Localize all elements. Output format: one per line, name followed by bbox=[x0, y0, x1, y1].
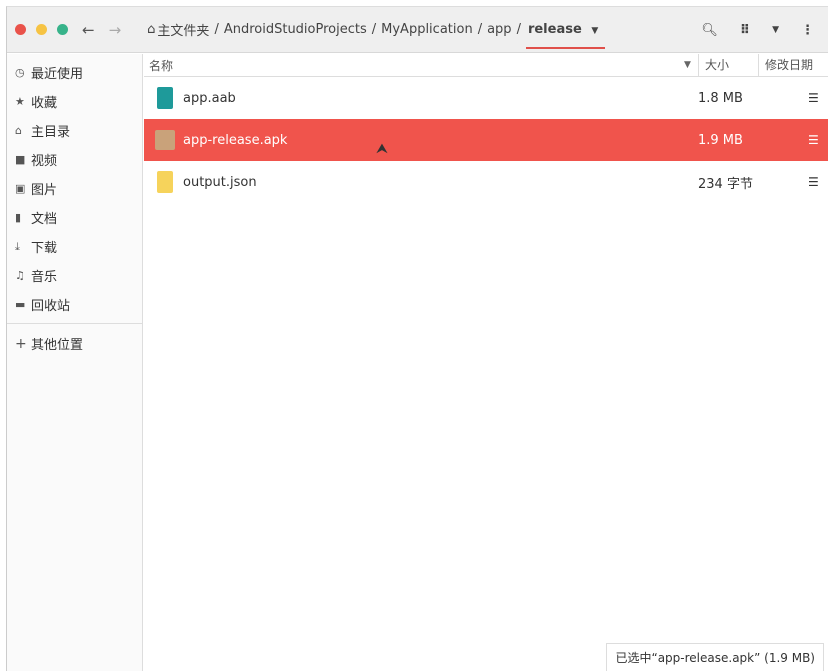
json-file-icon bbox=[157, 171, 173, 193]
close-button[interactable] bbox=[15, 24, 26, 35]
breadcrumb-home[interactable]: 主文件夹 bbox=[157, 20, 209, 39]
sidebar-item-pictures[interactable]: ▣ 图片 bbox=[7, 174, 142, 203]
download-icon: ⤓ bbox=[15, 239, 20, 253]
forward-arrow-icon[interactable]: → bbox=[109, 21, 122, 39]
breadcrumb-item[interactable]: MyApplication bbox=[381, 22, 473, 37]
sidebar-item-music[interactable]: ♫ 音乐 bbox=[7, 261, 142, 290]
row-menu-icon[interactable]: ☰ bbox=[808, 91, 828, 105]
header-bar: ← → ⌂ 主文件夹 / AndroidStudioProjects / MyApp… bbox=[7, 7, 828, 53]
row-menu-icon[interactable]: ☰ bbox=[808, 175, 828, 189]
view-options-chevron-icon[interactable]: ▼ bbox=[772, 25, 779, 35]
selection-status: 已选中“app-release.apk” (1.9 MB) bbox=[606, 643, 824, 671]
file-row-output-json[interactable]: output.json 234 字节 ☰ bbox=[144, 161, 828, 203]
file-row-app-aab[interactable]: app.aab 1.8 MB ☰ bbox=[144, 77, 828, 119]
menu-kebab-icon[interactable]: ⋮ bbox=[801, 23, 814, 38]
search-icon[interactable]: 🔍︎ bbox=[701, 23, 718, 38]
star-icon: ★ bbox=[15, 95, 25, 108]
home-icon: ⌂ bbox=[15, 124, 22, 137]
sidebar-item-trash[interactable]: ▬ 回收站 bbox=[7, 290, 142, 319]
plus-icon: + bbox=[15, 335, 27, 352]
column-headers: 名称 ▼ 大小 修改日期 bbox=[144, 53, 828, 77]
sidebar-item-videos[interactable]: ■ 视频 bbox=[7, 145, 142, 174]
file-row-app-release-apk[interactable]: app-release.apk 1.9 MB ☰ ⮝ bbox=[144, 119, 828, 161]
grid-view-icon[interactable]: ⠿ bbox=[740, 23, 750, 38]
row-menu-icon[interactable]: ☰ bbox=[808, 133, 828, 147]
sidebar-item-downloads[interactable]: ⤓ 下载 bbox=[7, 232, 142, 261]
music-icon: ♫ bbox=[15, 269, 25, 282]
sidebar-item-starred[interactable]: ★ 收藏 bbox=[7, 87, 142, 116]
maximize-button[interactable] bbox=[57, 24, 68, 35]
file-list: 名称 ▼ 大小 修改日期 app.aab 1.8 MB ☰ app-releas… bbox=[144, 53, 828, 671]
sidebar-divider bbox=[7, 323, 142, 324]
chevron-down-icon: ▼ bbox=[591, 26, 599, 36]
sidebar-item-documents[interactable]: ▮ 文档 bbox=[7, 203, 142, 232]
breadcrumb-item[interactable]: app bbox=[487, 22, 511, 37]
column-modified[interactable]: 修改日期 bbox=[758, 53, 828, 77]
image-icon: ▣ bbox=[15, 182, 26, 195]
sidebar-item-home[interactable]: ⌂ 主目录 bbox=[7, 116, 142, 145]
column-name[interactable]: 名称 bbox=[144, 57, 684, 74]
minimize-button[interactable] bbox=[36, 24, 47, 35]
clock-icon: ◷ bbox=[15, 66, 25, 79]
sort-arrow-icon: ▼ bbox=[684, 60, 691, 70]
sidebar-item-recent[interactable]: ◷ 最近使用 bbox=[7, 58, 142, 87]
mouse-cursor-icon: ⮝ bbox=[376, 141, 388, 157]
file-manager-window: ← → ⌂ 主文件夹 / AndroidStudioProjects / MyApp… bbox=[6, 6, 828, 671]
breadcrumb-current[interactable]: release ▼ bbox=[525, 10, 606, 49]
breadcrumb: ⌂ 主文件夹 / AndroidStudioProjects / MyApplica… bbox=[147, 10, 610, 49]
document-icon: ▮ bbox=[15, 211, 22, 224]
sidebar: ◷ 最近使用 ★ 收藏 ⌂ 主目录 ■ 视频 ▣ 图片 ▮ 文档 ⤓ 下载 ♫ 音乐 ▬ 回收站 … bbox=[7, 54, 143, 671]
trash-icon: ▬ bbox=[15, 298, 26, 311]
apk-icon bbox=[155, 130, 175, 150]
sidebar-item-other-locations[interactable]: + 其他位置 bbox=[7, 329, 142, 358]
video-icon: ■ bbox=[15, 153, 26, 166]
back-arrow-icon[interactable]: ← bbox=[82, 21, 95, 39]
breadcrumb-item[interactable]: AndroidStudioProjects bbox=[224, 22, 367, 37]
archive-icon bbox=[157, 87, 173, 109]
home-icon: ⌂ bbox=[147, 22, 156, 37]
column-size[interactable]: 大小 bbox=[698, 53, 758, 77]
